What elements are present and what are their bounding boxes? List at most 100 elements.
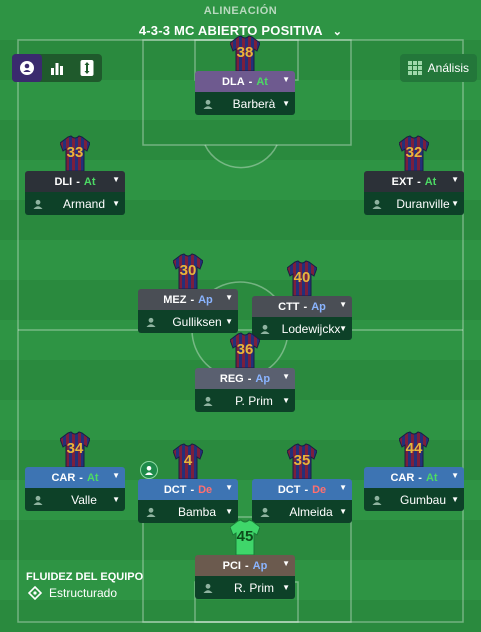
player-selector[interactable]: Almeida ▼: [252, 500, 352, 523]
role-selector[interactable]: MEZ - Ap ▼: [138, 289, 238, 310]
person-icon: [252, 507, 278, 517]
person-icon: [25, 199, 51, 209]
shirt-icon: 4: [173, 443, 203, 479]
role-duty: Ap: [255, 372, 271, 385]
chevron-down-icon: ⌄: [332, 26, 343, 38]
dropdown-arrow-icon: ▼: [282, 75, 290, 84]
role-selector[interactable]: PCI - Ap ▼: [195, 555, 295, 576]
role-selector[interactable]: DCT - De ▼: [138, 479, 238, 500]
dropdown-arrow-icon: ▼: [225, 483, 233, 492]
role-duty: At: [424, 175, 437, 188]
dropdown-arrow-icon: ▼: [451, 175, 459, 184]
role-selector[interactable]: CAR - At ▼: [25, 467, 125, 488]
player-selector[interactable]: Gulliksen ▼: [138, 310, 238, 333]
role-duty: At: [86, 471, 99, 484]
dropdown-arrow-icon: ▼: [225, 317, 233, 326]
shirt-number: 34: [66, 440, 84, 457]
shirt-number: 45: [236, 528, 254, 545]
grid-icon: [407, 61, 422, 75]
dropdown-arrow-icon: ▼: [112, 175, 120, 184]
analysis-button[interactable]: Análisis: [399, 54, 477, 82]
player-selector[interactable]: Armand ▼: [25, 192, 125, 215]
person-icon: [364, 199, 390, 209]
arrows-card-icon: [80, 60, 94, 76]
player-selector[interactable]: P. Prim ▼: [195, 389, 295, 412]
role-selector[interactable]: EXT - At ▼: [364, 171, 464, 192]
dropdown-arrow-icon: ▼: [282, 372, 290, 381]
dropdown-arrow-icon: ▼: [282, 583, 290, 592]
lineup-subtitle: ALINEACIÓN: [203, 5, 278, 17]
role-selector[interactable]: DLA - At ▼: [195, 71, 295, 92]
role-duty: At: [83, 175, 96, 188]
role-duty: At: [425, 471, 438, 484]
shirt-icon: 36: [230, 332, 260, 368]
shirt-number: 4: [183, 452, 193, 469]
role-code: DCT: [163, 483, 187, 496]
role-selector[interactable]: CAR - At ▼: [364, 467, 464, 488]
shirt-number: 35: [293, 452, 311, 469]
dropdown-arrow-icon: ▼: [225, 507, 233, 516]
dropdown-arrow-icon: ▼: [112, 199, 120, 208]
card-view-button[interactable]: [72, 54, 102, 82]
stats-view-button[interactable]: [42, 54, 72, 82]
player-view-button[interactable]: [12, 54, 42, 82]
role-duty: Ap: [252, 559, 268, 572]
role-duty: Ap: [198, 293, 213, 306]
role-code: PCI: [222, 559, 241, 572]
person-icon: [195, 396, 221, 406]
person-icon: [138, 317, 164, 327]
view-toggle: [12, 54, 102, 82]
player-selector[interactable]: Gumbau ▼: [364, 488, 464, 511]
player-selector[interactable]: Duranville ▼: [364, 192, 464, 215]
shirt-number: 40: [293, 269, 311, 286]
captain-badge-icon[interactable]: [140, 461, 158, 479]
fluidity-label: FLUIDEZ DEL EQUIPO: [26, 571, 144, 583]
dropdown-arrow-icon: ▼: [339, 324, 347, 333]
role-duty: Ap: [311, 300, 326, 313]
dropdown-arrow-icon: ▼: [282, 559, 290, 568]
role-code: CAR: [51, 471, 76, 484]
shirt-icon: 40: [287, 260, 317, 296]
analysis-label: Análisis: [427, 61, 469, 75]
role-selector[interactable]: DLI - At ▼: [25, 171, 125, 192]
person-icon: [25, 495, 51, 505]
dropdown-arrow-icon: ▼: [451, 495, 459, 504]
dropdown-arrow-icon: ▼: [339, 300, 347, 309]
shirt-number: 30: [179, 262, 197, 279]
role-code: DLI: [54, 175, 73, 188]
role-duty: De: [198, 483, 213, 496]
role-selector[interactable]: DCT - De ▼: [252, 479, 352, 500]
role-code: EXT: [391, 175, 414, 188]
dropdown-arrow-icon: ▼: [112, 471, 120, 480]
role-code: MEZ: [163, 293, 187, 306]
role-code: REG: [219, 372, 244, 385]
player-selector[interactable]: Lodewijckx ▼: [252, 317, 352, 340]
shirt-icon: 34: [60, 431, 90, 467]
bar-chart-icon: [51, 63, 63, 75]
person-circle-icon: [20, 61, 34, 75]
role-selector[interactable]: REG - Ap ▼: [195, 368, 295, 389]
shirt-number: 36: [236, 341, 254, 358]
role-duty: De: [312, 483, 327, 496]
role-code: DLA: [222, 75, 245, 88]
dropdown-arrow-icon: ▼: [339, 507, 347, 516]
person-icon: [195, 99, 221, 109]
player-selector[interactable]: Bamba ▼: [138, 500, 238, 523]
shirt-number: 44: [405, 440, 423, 457]
shirt-icon: 35: [287, 443, 317, 479]
player-selector[interactable]: Valle ▼: [25, 488, 125, 511]
shirt-icon: 30: [173, 253, 203, 289]
role-code: CAR: [390, 471, 415, 484]
person-icon: [195, 583, 221, 593]
fluidity-value-text: Estructurado: [49, 586, 118, 600]
role-code: DCT: [277, 483, 301, 496]
shirt-number: 38: [236, 44, 254, 61]
role-selector[interactable]: CTT - Ap ▼: [252, 296, 352, 317]
dropdown-arrow-icon: ▼: [282, 99, 290, 108]
person-icon: [364, 495, 390, 505]
dropdown-arrow-icon: ▼: [282, 396, 290, 405]
player-selector[interactable]: R. Prim ▼: [195, 576, 295, 599]
fluidity-value[interactable]: Estructurado: [28, 586, 117, 600]
player-selector[interactable]: Barberà ▼: [195, 92, 295, 115]
shirt-icon: 38: [230, 35, 260, 71]
